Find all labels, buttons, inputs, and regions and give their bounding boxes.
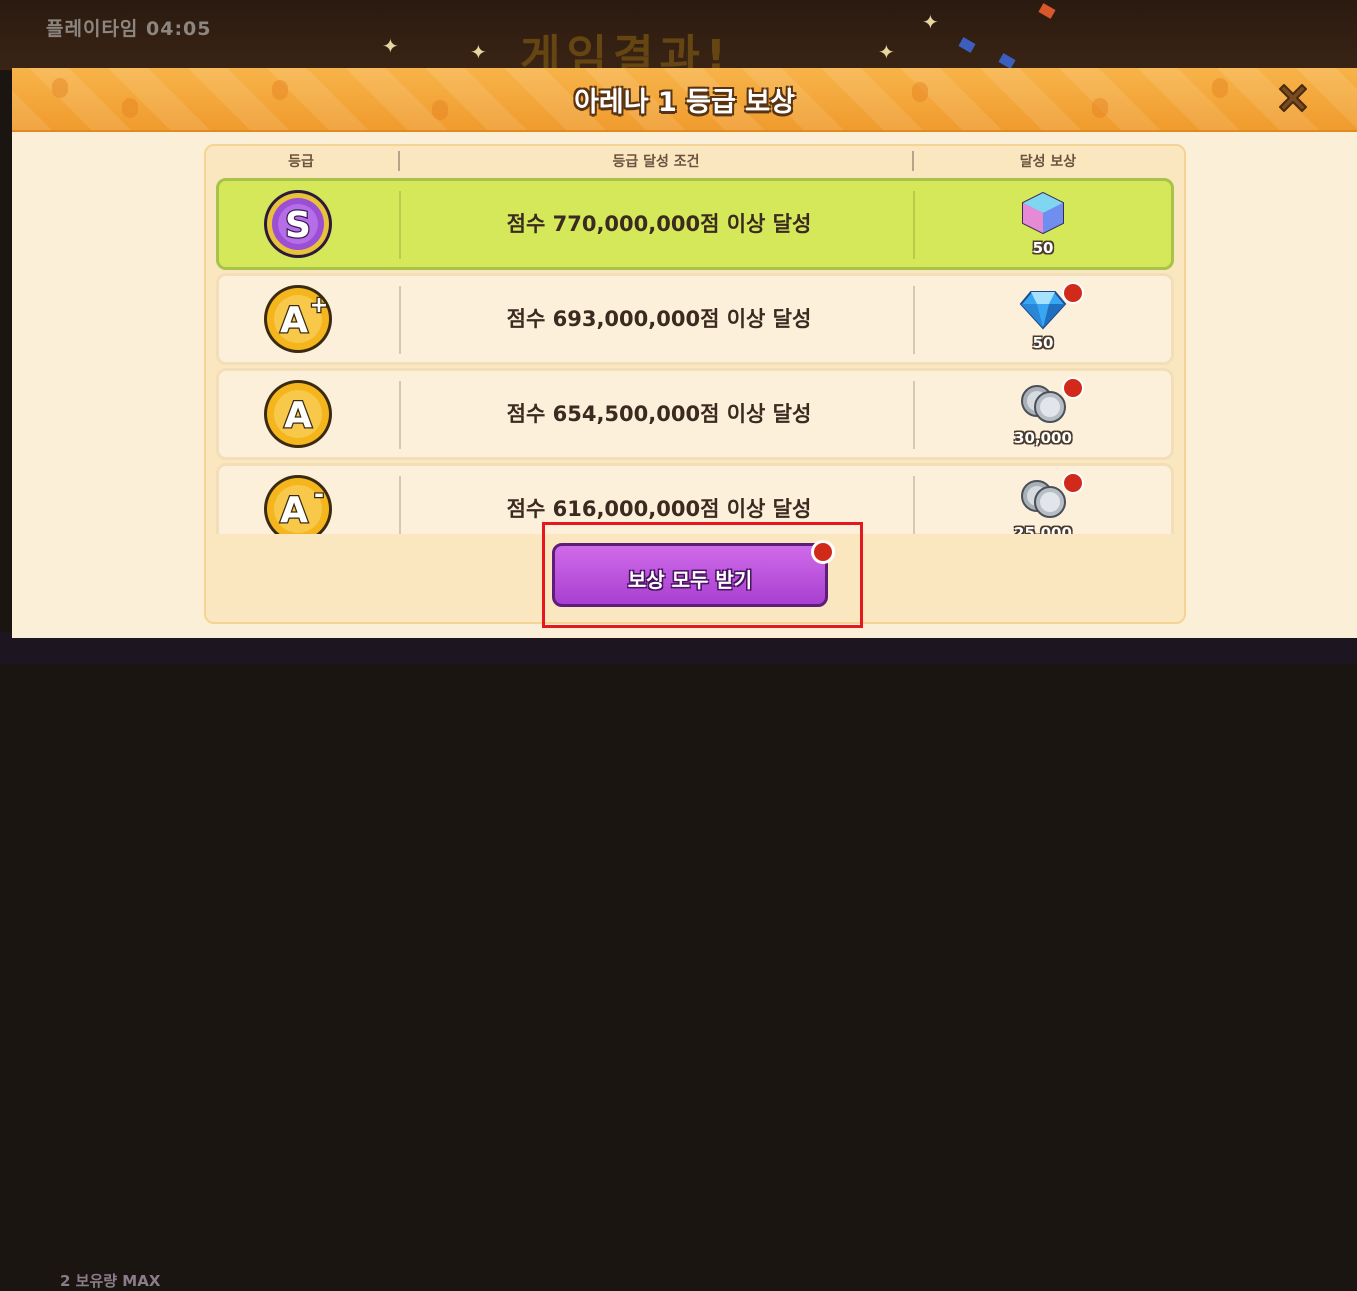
reward-cell[interactable]: 50 (919, 276, 1167, 362)
reward-cell[interactable]: 25,000 (919, 466, 1167, 534)
result-banner: 게임결과! (520, 31, 732, 70)
reward-rows-list[interactable]: S 점수 770,000,000점 이상 달성 50 A + 점수 693,00… (216, 178, 1176, 534)
column-divider (913, 191, 915, 259)
reward-cell[interactable]: 30,000 (919, 371, 1167, 457)
sparkle-icon: ✦ (922, 10, 939, 34)
sparkle-icon: ✦ (878, 40, 895, 64)
table-header: 등급 등급 달성 조건 달성 보상 (206, 146, 1184, 176)
condition-text: 점수 654,500,000점 이상 달성 (506, 402, 812, 426)
column-divider (913, 286, 915, 354)
svg-text:+: + (310, 293, 328, 318)
svg-text:A: A (280, 300, 308, 341)
svg-text:A: A (284, 395, 312, 436)
condition-text: 점수 616,000,000점 이상 달성 (506, 497, 812, 521)
grade-s-icon: S (264, 190, 332, 258)
confetti (1038, 3, 1056, 19)
reward-cell[interactable]: 50 (919, 181, 1167, 267)
silver-coins-icon (1021, 480, 1066, 518)
reward-quantity: 25,000 (1014, 524, 1072, 534)
column-divider (913, 381, 915, 449)
table-row: S 점수 770,000,000점 이상 달성 50 (216, 178, 1174, 270)
notification-dot (1062, 282, 1084, 304)
close-x-icon (1279, 84, 1307, 112)
bottom-status-text: 2 보유량 MAX (60, 1272, 161, 1290)
column-header-grade: 등급 (288, 154, 314, 170)
confetti (958, 37, 976, 53)
svg-text:S: S (285, 205, 311, 246)
close-button[interactable] (1273, 78, 1313, 118)
sparkle-icon: ✦ (382, 34, 399, 58)
column-divider (913, 476, 915, 534)
modal-title: 아레나 1 등급 보상 (574, 87, 795, 118)
grade-a-minus-icon: A - (264, 475, 332, 534)
grade-a-plus-icon: A + (264, 285, 332, 353)
crystal-icon (1019, 291, 1067, 330)
playtime-label: 플레이타임 04:05 (46, 18, 212, 40)
reward-quantity: 30,000 (1014, 429, 1072, 447)
confetti (998, 53, 1016, 69)
reward-quantity: 50 (1032, 239, 1054, 257)
table-row: A + 점수 693,000,000점 이상 달성 50 (216, 273, 1174, 365)
notification-dot (1062, 472, 1084, 494)
condition-text: 점수 693,000,000점 이상 달성 (506, 307, 812, 331)
notification-dot (1062, 377, 1084, 399)
highlight-box (542, 522, 863, 628)
column-header-condition: 등급 달성 조건 (612, 154, 700, 170)
rainbow-cube-icon (1022, 191, 1064, 235)
condition-text: 점수 770,000,000점 이상 달성 (506, 212, 812, 236)
grade-a-icon: A (264, 380, 332, 448)
table-row: A 점수 654,500,000점 이상 달성 30,000 (216, 368, 1174, 460)
modal-header: 아레나 1 등급 보상 (12, 68, 1357, 132)
silver-coins-icon (1021, 385, 1066, 423)
background-game-screen: 플레이타임 04:05 게임결과! ✦ ✦ ✦ ✦ (0, 0, 1357, 70)
sparkle-icon: ✦ (470, 40, 487, 64)
column-header-reward: 달성 보상 (1019, 154, 1077, 170)
svg-text:-: - (314, 480, 324, 508)
svg-text:A: A (280, 490, 308, 531)
reward-quantity: 50 (1032, 334, 1054, 352)
